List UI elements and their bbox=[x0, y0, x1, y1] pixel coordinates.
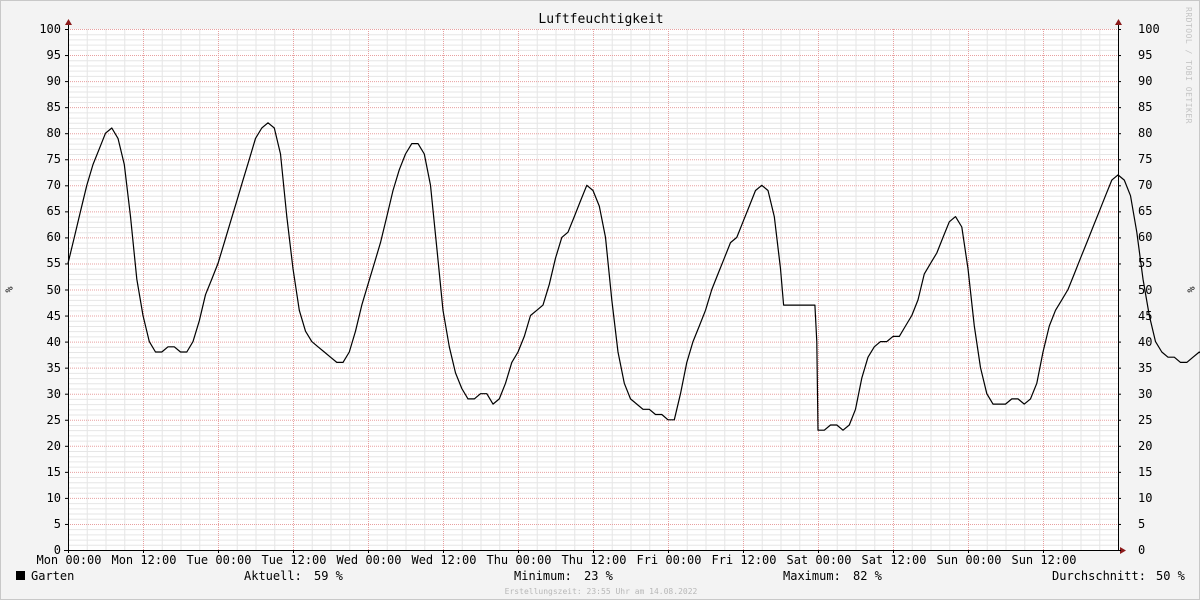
x-tick-label: Tue 00:00 bbox=[186, 553, 252, 567]
y-tick-label-right: 20 bbox=[1138, 438, 1153, 453]
rrdtool-watermark: RRDTOOL / TOBI OETIKER bbox=[1184, 7, 1193, 124]
x-tick-label: Thu 00:00 bbox=[486, 553, 552, 567]
x-tick-label: Mon 12:00 bbox=[111, 553, 177, 567]
x-tick-label: Sat 00:00 bbox=[786, 553, 852, 567]
y-tick-label-left: 70 bbox=[46, 178, 61, 193]
y-tick-label-right: 60 bbox=[1138, 230, 1153, 245]
y-tick-label-right: 50 bbox=[1138, 282, 1153, 297]
y-tick-label-right: 30 bbox=[1138, 386, 1153, 401]
x-tick-label: Fri 00:00 bbox=[636, 553, 702, 567]
y-tick-label-left: 60 bbox=[46, 230, 61, 245]
y-tick-label-left: 75 bbox=[46, 152, 61, 167]
y-tick-label-right: 75 bbox=[1138, 152, 1153, 167]
y-tick-label-left: 30 bbox=[46, 386, 61, 401]
y-tick-label-left: 45 bbox=[46, 308, 61, 323]
y-tick-label-right: 90 bbox=[1138, 74, 1153, 89]
y-tick-label-right: 70 bbox=[1138, 178, 1153, 193]
y-tick-label-right: 15 bbox=[1138, 464, 1153, 479]
x-tick-label: Mon 00:00 bbox=[36, 553, 102, 567]
x-tick-label: Sat 12:00 bbox=[861, 553, 927, 567]
y-tick-label-right: 40 bbox=[1138, 334, 1153, 349]
creation-time-footer: Erstellungszeit: 23:55 Uhr am 14.08.2022 bbox=[504, 587, 698, 596]
y-tick-label-left: 40 bbox=[46, 334, 61, 349]
y-tick-label-right: 25 bbox=[1138, 412, 1153, 427]
y-tick-label-left: 5 bbox=[53, 516, 61, 531]
y-tick-label-left: 25 bbox=[46, 412, 61, 427]
y-tick-label-right: 35 bbox=[1138, 360, 1153, 375]
x-tick-label: Sun 12:00 bbox=[1011, 553, 1077, 567]
y-tick-label-right: 0 bbox=[1138, 543, 1146, 557]
y-tick-label-left: 100 bbox=[39, 22, 61, 36]
x-tick-label: Fri 12:00 bbox=[711, 553, 777, 567]
legend-maximum-value: 82 % bbox=[853, 569, 882, 583]
legend-series-label: Garten bbox=[31, 569, 75, 583]
y-tick-label-right: 55 bbox=[1138, 256, 1153, 271]
x-tick-label: Wed 12:00 bbox=[411, 553, 477, 567]
legend-minimum-value: 23 % bbox=[584, 569, 613, 583]
y-tick-label-right: 100 bbox=[1138, 22, 1160, 36]
y-tick-label-left: 80 bbox=[46, 126, 61, 141]
y-tick-label-right: 10 bbox=[1138, 490, 1153, 505]
y-tick-label-left: 65 bbox=[46, 204, 61, 219]
legend-maximum-label: Maximum: bbox=[783, 569, 841, 583]
x-tick-label: Wed 00:00 bbox=[336, 553, 402, 567]
y-tick-label-right: 95 bbox=[1138, 48, 1153, 63]
legend-aktuell-label: Aktuell: bbox=[244, 569, 302, 583]
y-tick-label-left: 55 bbox=[46, 256, 61, 271]
x-tick-label: Tue 12:00 bbox=[261, 553, 327, 567]
y-tick-label-right: 65 bbox=[1138, 204, 1153, 219]
graph-frame: Luftfeuchtigkeit RRDTOOL / TOBI OETIKER … bbox=[0, 0, 1200, 600]
y-tick-label-left: 90 bbox=[46, 74, 61, 89]
legend-aktuell-value: 59 % bbox=[314, 569, 343, 583]
y-tick-label-left: 15 bbox=[46, 464, 61, 479]
chart-area bbox=[64, 19, 1200, 554]
x-tick-label: Sun 00:00 bbox=[936, 553, 1002, 567]
legend-swatch bbox=[16, 571, 25, 580]
legend-durchschnitt-label: Durchschnitt: bbox=[1052, 569, 1146, 583]
y-tick-label-right: 45 bbox=[1138, 308, 1153, 323]
y-tick-label-right: 85 bbox=[1138, 100, 1153, 115]
y-tick-label-right: 80 bbox=[1138, 126, 1153, 141]
x-tick-label: Thu 12:00 bbox=[561, 553, 627, 567]
y-tick-label-left: 10 bbox=[46, 490, 61, 505]
y-tick-label-left: 85 bbox=[46, 100, 61, 115]
legend-durchschnitt-value: 50 % bbox=[1156, 569, 1185, 583]
y-tick-label-left: 95 bbox=[46, 48, 61, 63]
y-axis-unit-left: % bbox=[2, 286, 14, 293]
y-tick-label-left: 35 bbox=[46, 360, 61, 375]
y-tick-label-left: 20 bbox=[46, 438, 61, 453]
legend-minimum-label: Minimum: bbox=[514, 569, 572, 583]
chart-title: Luftfeuchtigkeit bbox=[538, 12, 664, 27]
y-tick-label-right: 5 bbox=[1138, 516, 1146, 531]
y-axis-unit-right: % bbox=[1184, 286, 1196, 293]
